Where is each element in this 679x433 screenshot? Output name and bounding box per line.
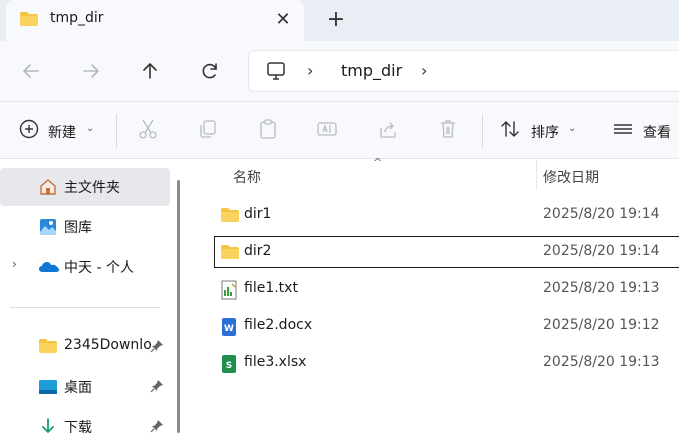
table-row[interactable]: S file3.xlsx 2025/8/20 19:13	[214, 347, 679, 379]
file-date: 2025/8/20 19:13	[543, 354, 660, 370]
pin-icon[interactable]	[150, 339, 164, 353]
folder-icon	[19, 11, 39, 27]
sidebar-item-label: 中天 - 个人	[64, 260, 134, 276]
file-name: file3.xlsx	[244, 354, 307, 370]
tab-title: tmp_dir	[50, 10, 104, 26]
toolbar-divider	[116, 114, 117, 148]
sidebar-item-downloads[interactable]: 下载	[0, 408, 170, 433]
column-header-date[interactable]: 修改日期	[543, 167, 599, 187]
table-row[interactable]: W file2.docx 2025/8/20 19:12	[214, 310, 679, 342]
trash-icon	[441, 120, 455, 138]
address-bar[interactable]: › tmp_dir ›	[248, 50, 679, 92]
file-date: 2025/8/20 19:14	[543, 206, 660, 222]
sort-button-label[interactable]: 排序	[531, 122, 559, 142]
tab-bar: tmp_dir ✕ +	[0, 0, 679, 41]
new-tab-button[interactable]: +	[325, 9, 347, 31]
folder-icon	[38, 337, 58, 357]
view-button-label[interactable]: 查看	[643, 122, 671, 142]
arrow-right-icon	[83, 64, 99, 78]
computer-icon	[265, 60, 287, 82]
navigation-bar: › tmp_dir ›	[0, 41, 679, 102]
file-date: 2025/8/20 19:14	[543, 243, 660, 259]
breadcrumb-separator[interactable]: ›	[421, 61, 427, 80]
forward-button[interactable]	[77, 57, 105, 85]
table-row[interactable]: dir2 2025/8/20 19:14	[214, 236, 679, 268]
file-date: 2025/8/20 19:12	[543, 317, 660, 333]
chevron-down-icon: ⌄	[568, 123, 577, 134]
delete-button[interactable]	[437, 118, 459, 142]
file-name: file2.docx	[244, 317, 313, 333]
file-list: ^ 名称 修改日期 dir1 2025/8/20 19:14 dir2 2025…	[190, 156, 679, 433]
back-button[interactable]	[17, 57, 45, 85]
word-file-icon: W	[220, 317, 238, 336]
file-name: dir2	[244, 243, 272, 259]
sidebar-item-label: 2345Downlo	[64, 337, 152, 353]
column-header-name[interactable]: 名称	[233, 167, 261, 187]
sidebar-divider	[10, 307, 160, 308]
breadcrumb-tmp-dir[interactable]: tmp_dir	[341, 61, 402, 80]
sidebar-item-2345downloads[interactable]: 2345Downlo	[0, 328, 170, 366]
sidebar-item-gallery[interactable]: 图库	[0, 208, 170, 246]
chevron-right-icon[interactable]: ›	[12, 257, 17, 271]
sidebar-item-label: 图库	[64, 220, 92, 236]
sidebar-item-label: 下载	[64, 420, 92, 433]
pin-icon[interactable]	[150, 379, 164, 393]
column-divider[interactable]	[536, 160, 537, 190]
file-name: file1.txt	[244, 280, 298, 296]
sort-indicator-icon: ^	[373, 156, 383, 169]
clipboard-icon	[260, 119, 276, 139]
file-name: dir1	[244, 206, 272, 222]
rename-button[interactable]	[316, 118, 338, 142]
scissors-icon	[139, 119, 157, 139]
arrow-left-icon	[23, 64, 39, 78]
sidebar-item-label: 桌面	[64, 380, 92, 396]
home-icon	[38, 177, 58, 197]
folder-icon	[220, 243, 239, 261]
breadcrumb-separator[interactable]: ›	[307, 61, 313, 80]
excel-file-icon: S	[220, 354, 238, 373]
gallery-icon	[38, 217, 58, 237]
navigation-pane: 主文件夹 图库 › 中天 - 个人 2345Downlo 桌面 下载	[0, 160, 190, 433]
refresh-icon	[202, 63, 217, 79]
new-button[interactable]	[18, 118, 40, 142]
arrow-up-icon	[143, 63, 157, 79]
close-tab-button[interactable]: ✕	[272, 9, 294, 31]
rename-icon	[317, 122, 337, 136]
text-file-icon	[220, 280, 238, 300]
sidebar-item-label: 主文件夹	[64, 180, 120, 196]
svg-text:S: S	[226, 361, 232, 371]
cut-button[interactable]	[137, 118, 159, 142]
table-row[interactable]: file1.txt 2025/8/20 19:13	[214, 273, 679, 305]
desktop-icon	[38, 377, 58, 397]
svg-text:W: W	[224, 324, 234, 334]
toolbar-divider	[482, 114, 483, 148]
copy-button[interactable]	[197, 118, 219, 142]
tab-tmp-dir[interactable]: tmp_dir ✕	[6, 0, 304, 41]
download-icon	[38, 417, 58, 433]
refresh-button[interactable]	[196, 57, 224, 85]
up-button[interactable]	[136, 57, 164, 85]
list-view-icon	[614, 124, 632, 134]
sort-button[interactable]	[499, 118, 521, 142]
sidebar-item-desktop[interactable]: 桌面	[0, 368, 170, 406]
chevron-down-icon: ⌄	[86, 123, 95, 134]
onedrive-icon	[38, 257, 59, 277]
command-bar: 新建 ⌄ 排序 ⌄ 查看	[0, 102, 679, 159]
sort-icon	[501, 121, 519, 137]
sidebar-scrollbar[interactable]	[177, 180, 180, 433]
table-row[interactable]: dir1 2025/8/20 19:14	[214, 199, 679, 231]
plus-circle-icon	[19, 119, 39, 139]
file-date: 2025/8/20 19:13	[543, 280, 660, 296]
copy-icon	[200, 120, 216, 138]
sidebar-item-home[interactable]: 主文件夹	[0, 168, 170, 206]
share-button[interactable]	[377, 118, 399, 142]
paste-button[interactable]	[257, 118, 279, 142]
folder-icon	[220, 206, 239, 224]
new-button-label[interactable]: 新建	[48, 122, 76, 142]
pin-icon[interactable]	[150, 419, 164, 433]
view-button[interactable]	[612, 118, 634, 142]
share-icon	[380, 122, 396, 138]
sidebar-item-onedrive[interactable]: › 中天 - 个人	[0, 248, 170, 286]
